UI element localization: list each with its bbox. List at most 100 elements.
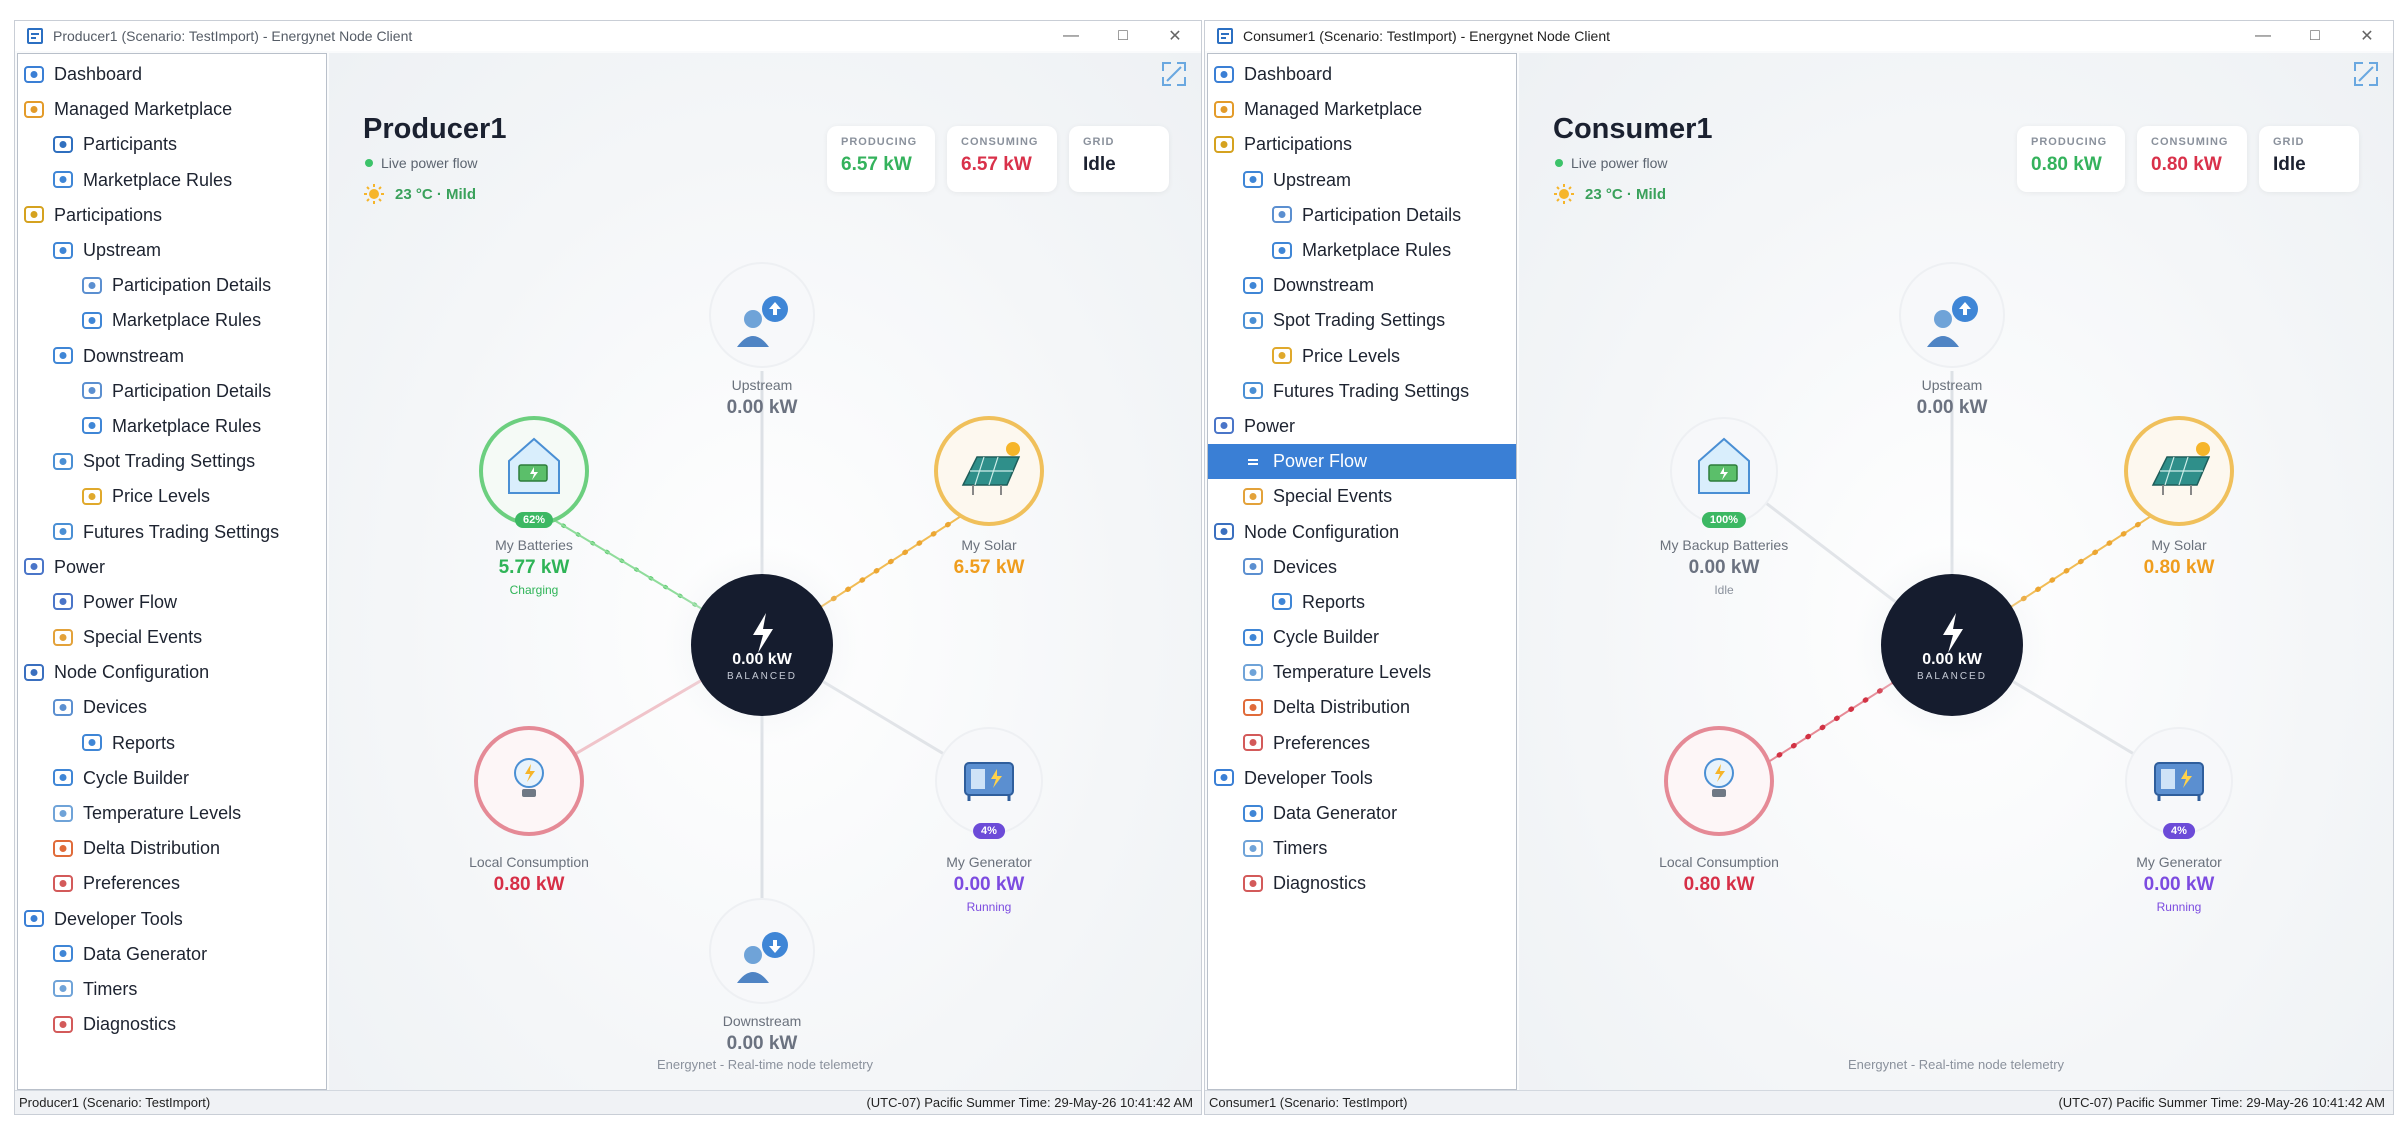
sidebar-item-devices[interactable]: Devices — [18, 690, 326, 725]
sidebar-item-delta-distribution[interactable]: Delta Distribution — [18, 831, 326, 866]
delta-icon — [51, 837, 75, 861]
app-icon — [1217, 28, 1233, 44]
sidebar-item-cycle-builder[interactable]: Cycle Builder — [1208, 620, 1516, 655]
config-icon — [22, 661, 46, 685]
sidebar-item-managed-marketplace[interactable]: Managed Marketplace — [1208, 92, 1516, 127]
generator-icon — [964, 762, 1014, 801]
local-label: Local Consumption 0.80 kW — [1659, 854, 1779, 896]
sidebar-item-temperature-levels[interactable]: Temperature Levels — [1208, 655, 1516, 690]
sidebar-item-managed-marketplace[interactable]: Managed Marketplace — [18, 92, 326, 127]
sidebar-item-preferences[interactable]: Preferences — [1208, 726, 1516, 761]
sidebar-item-participants[interactable]: Participants — [18, 127, 326, 162]
sidebar-item-special-events[interactable]: Special Events — [1208, 479, 1516, 514]
sidebar-item-participation-details[interactable]: Participation Details — [18, 268, 326, 303]
sidebar-item-delta-distribution[interactable]: Delta Distribution — [1208, 690, 1516, 725]
sidebar-item-label: Marketplace Rules — [83, 169, 233, 190]
sidebar-item-label: Devices — [83, 697, 148, 718]
sidebar-item-label: Dashboard — [1244, 64, 1333, 85]
sidebar-item-reports[interactable]: Reports — [18, 726, 326, 761]
sidebar-item-label: Participation Details — [112, 275, 272, 296]
sidebar-item-upstream[interactable]: Upstream — [1208, 163, 1516, 198]
generator-status: Running — [966, 900, 1012, 914]
sidebar-item-cycle-builder[interactable]: Cycle Builder — [18, 761, 326, 796]
sidebar-item-price-levels[interactable]: Price Levels — [18, 479, 326, 514]
sidebar-item-spot-trading-settings[interactable]: Spot Trading Settings — [1208, 303, 1516, 338]
sidebar-item-marketplace-rules[interactable]: Marketplace Rules — [1208, 233, 1516, 268]
sidebar-item-marketplace-rules[interactable]: Marketplace Rules — [18, 409, 326, 444]
sidebar-item-power[interactable]: Power — [18, 550, 326, 585]
sidebar-item-timers[interactable]: Timers — [1208, 831, 1516, 866]
close-button[interactable]: ✕ — [2341, 21, 2393, 51]
upstream-label: Upstream 0.00 kW — [727, 377, 798, 419]
upstream-name: Upstream — [1921, 377, 1983, 393]
sidebar-item-label: Timers — [83, 978, 138, 999]
price-icon — [1270, 344, 1294, 368]
sidebar-item-preferences[interactable]: Preferences — [18, 866, 326, 901]
sidebar-item-label: Node Configuration — [54, 662, 210, 683]
sidebar-item-devices[interactable]: Devices — [1208, 550, 1516, 585]
sidebar-item-label: Data Generator — [1273, 803, 1398, 824]
sidebar-item-label: Preferences — [1273, 732, 1371, 753]
power-flow-view: Producer1 Live power flow 23 °C · Mild P… — [329, 53, 1201, 1090]
sidebar-tree[interactable]: Dashboard Managed Marketplace Participants… — [17, 53, 327, 1090]
upstream-node[interactable] — [709, 262, 815, 368]
batteries-kw: 0.00 kW — [1688, 557, 1760, 578]
sidebar-item-developer-tools[interactable]: Developer Tools — [1208, 761, 1516, 796]
sidebar-item-marketplace-rules[interactable]: Marketplace Rules — [18, 303, 326, 338]
sidebar-item-futures-trading-settings[interactable]: Futures Trading Settings — [1208, 374, 1516, 409]
sidebar-item-temperature-levels[interactable]: Temperature Levels — [18, 796, 326, 831]
maximize-button[interactable]: □ — [1097, 21, 1149, 51]
solar-kw: 6.57 kW — [953, 557, 1025, 578]
generator-badge: 4% — [2163, 823, 2195, 839]
sidebar-item-participations[interactable]: Participations — [18, 198, 326, 233]
rules-icon — [1270, 239, 1294, 263]
sidebar-item-downstream[interactable]: Downstream — [1208, 268, 1516, 303]
cycle-icon — [51, 766, 75, 790]
sidebar-item-timers[interactable]: Timers — [18, 972, 326, 1007]
sidebar-item-participation-details[interactable]: Participation Details — [18, 374, 326, 409]
events-icon — [51, 626, 75, 650]
sidebar-item-special-events[interactable]: Special Events — [18, 620, 326, 655]
consumer-window: Consumer1 (Scenario: TestImport) - Energ… — [1204, 20, 2394, 1115]
sidebar-item-reports[interactable]: Reports — [1208, 585, 1516, 620]
titlebar[interactable]: Producer1 (Scenario: TestImport) - Energ… — [15, 21, 1201, 51]
sidebar-item-data-generator[interactable]: Data Generator — [1208, 796, 1516, 831]
sidebar-item-label: Power — [1244, 415, 1296, 436]
sidebar-item-label: Developer Tools — [1244, 767, 1373, 788]
sidebar-item-node-configuration[interactable]: Node Configuration — [1208, 514, 1516, 549]
minimize-button[interactable]: — — [1045, 21, 1097, 51]
sidebar-item-power[interactable]: Power — [1208, 409, 1516, 444]
sidebar-item-node-configuration[interactable]: Node Configuration — [18, 655, 326, 690]
maximize-button[interactable]: □ — [2289, 21, 2341, 51]
sidebar-item-developer-tools[interactable]: Developer Tools — [18, 902, 326, 937]
sidebar-item-marketplace-rules[interactable]: Marketplace Rules — [18, 163, 326, 198]
sidebar-item-power-flow[interactable]: Power Flow — [1208, 444, 1516, 480]
generator-name: My Generator — [2136, 854, 2222, 870]
minimize-button[interactable]: — — [2237, 21, 2289, 51]
sidebar-item-data-generator[interactable]: Data Generator — [18, 937, 326, 972]
sidebar-item-dashboard[interactable]: Dashboard — [18, 57, 326, 92]
sidebar-item-dashboard[interactable]: Dashboard — [1208, 57, 1516, 92]
close-button[interactable]: ✕ — [1149, 21, 1201, 51]
sidebar-item-diagnostics[interactable]: Diagnostics — [1208, 866, 1516, 901]
sidebar-item-spot-trading-settings[interactable]: Spot Trading Settings — [18, 444, 326, 479]
sidebar-item-participation-details[interactable]: Participation Details — [1208, 198, 1516, 233]
sidebar-item-label: Dashboard — [54, 64, 143, 85]
batteries-name: My Backup Batteries — [1659, 537, 1789, 553]
sidebar-tree[interactable]: Dashboard Managed Marketplace Participatio… — [1207, 53, 1517, 1090]
hub-kw: 0.00 kW — [732, 651, 792, 668]
sidebar-item-downstream[interactable]: Downstream — [18, 339, 326, 374]
participations-icon — [22, 203, 46, 227]
reports-icon — [1270, 590, 1294, 614]
sidebar-item-participations[interactable]: Participations — [1208, 127, 1516, 162]
downstream-node[interactable] — [709, 898, 815, 1004]
sidebar-item-futures-trading-settings[interactable]: Futures Trading Settings — [18, 514, 326, 549]
preferences-icon — [51, 872, 75, 896]
sidebar-item-diagnostics[interactable]: Diagnostics — [18, 1007, 326, 1042]
power-flow-icon — [51, 590, 75, 614]
sidebar-item-upstream[interactable]: Upstream — [18, 233, 326, 268]
titlebar[interactable]: Consumer1 (Scenario: TestImport) - Energ… — [1205, 21, 2393, 51]
sidebar-item-power-flow[interactable]: Power Flow — [18, 585, 326, 620]
sidebar-item-price-levels[interactable]: Price Levels — [1208, 339, 1516, 374]
upstream-node[interactable] — [1899, 262, 2005, 368]
